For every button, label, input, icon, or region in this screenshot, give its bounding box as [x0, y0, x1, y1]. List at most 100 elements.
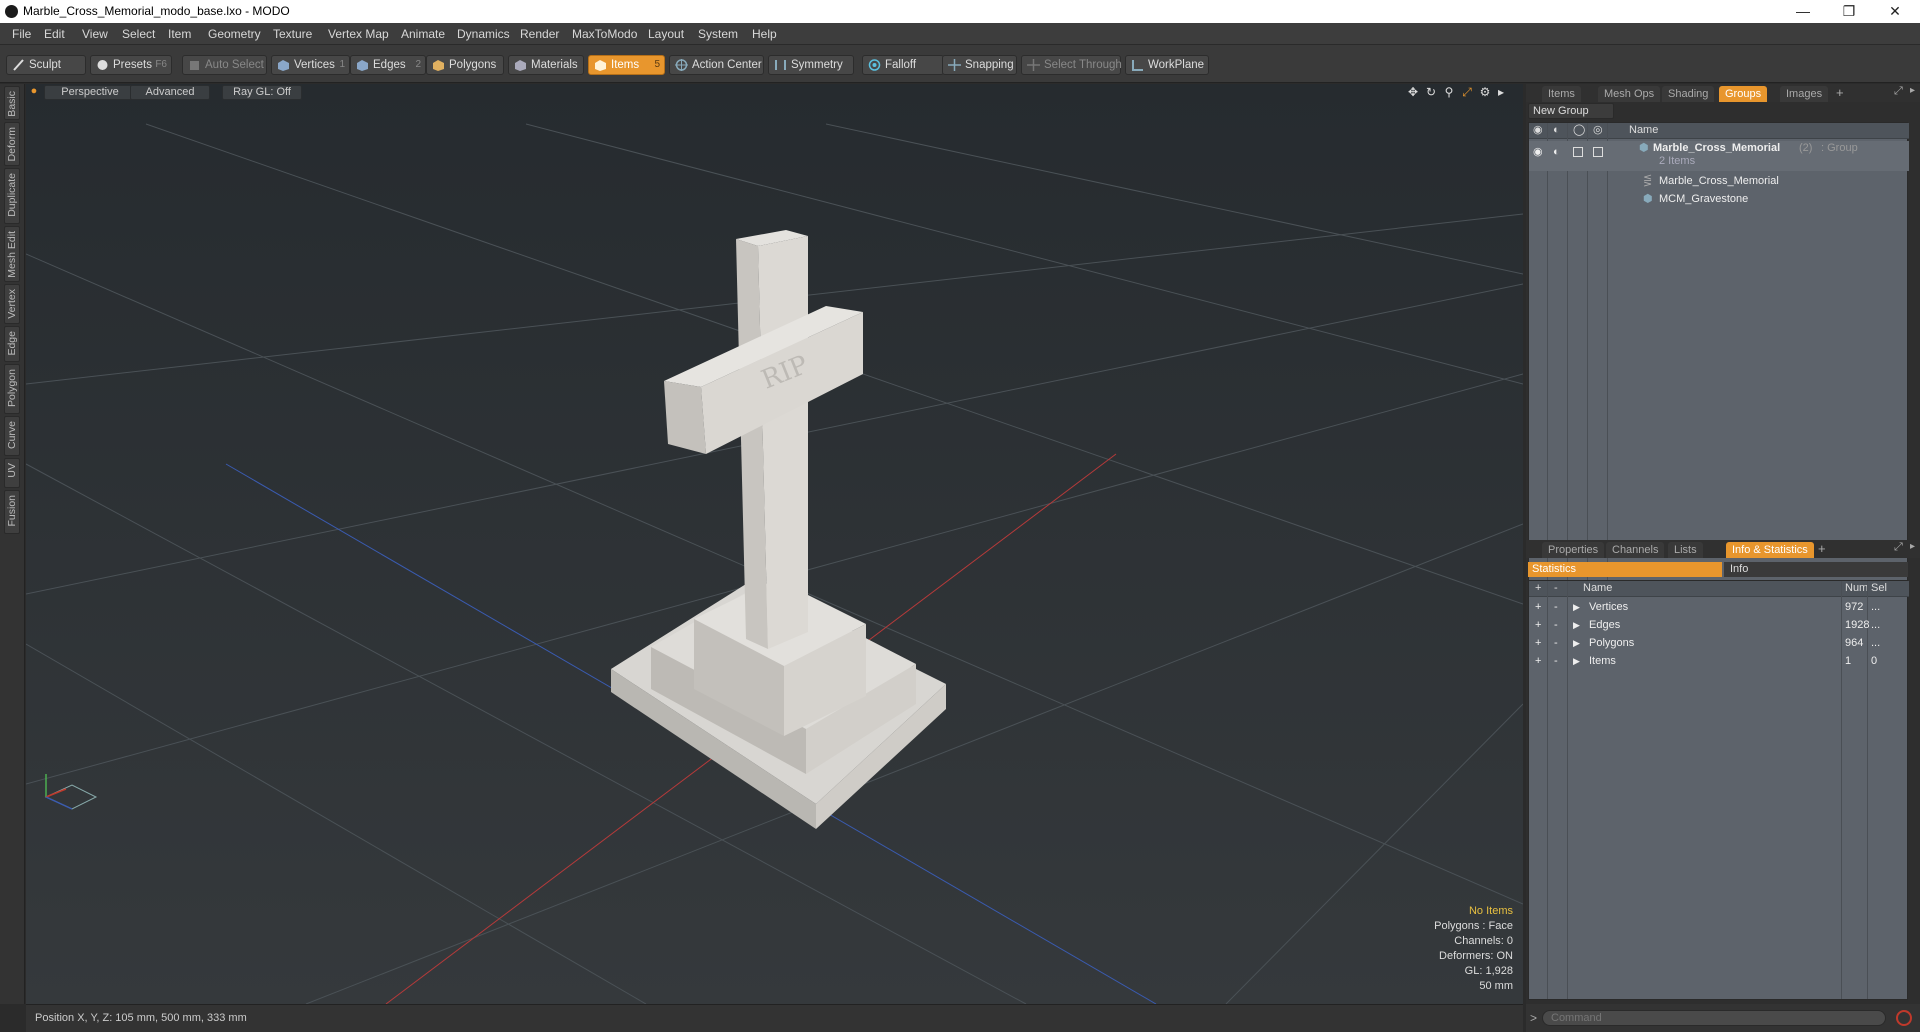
- panel-arrow-icon[interactable]: ▸: [1910, 85, 1915, 96]
- settings-gear-icon[interactable]: ⚙: [1478, 85, 1492, 99]
- tree-item-mesh[interactable]: ⬢ MCM_Gravestone: [1529, 190, 1909, 208]
- perspective-dropdown[interactable]: Perspective: [44, 85, 136, 100]
- menu-dynamics[interactable]: Dynamics: [457, 27, 510, 41]
- group-render-icon[interactable]: ◐: [1553, 143, 1560, 161]
- tab-shading[interactable]: Shading: [1662, 86, 1715, 102]
- menu-layout[interactable]: Layout: [648, 27, 684, 41]
- add-tab-icon[interactable]: +: [1836, 85, 1844, 100]
- row-add-icon[interactable]: +: [1535, 598, 1541, 616]
- tab-curve[interactable]: Curve: [4, 416, 20, 456]
- maximize-viewport-icon[interactable]: ⤢: [1460, 85, 1474, 99]
- tab-basic[interactable]: Basic: [4, 86, 20, 120]
- 3d-viewport[interactable]: RIP ● Perspective Advanced Ray GL: Off ✥…: [26, 84, 1523, 1004]
- menu-system[interactable]: System: [698, 27, 738, 41]
- tab-duplicate[interactable]: Duplicate: [4, 168, 20, 224]
- table-row[interactable]: + - ▶ Items 1 0: [1529, 652, 1909, 670]
- auto-select-button[interactable]: Auto Select: [182, 55, 267, 75]
- tab-vertex[interactable]: Vertex: [4, 284, 20, 324]
- edges-button[interactable]: Edges 2: [350, 55, 426, 75]
- table-row[interactable]: + - ▶ Edges 1928 ...: [1529, 616, 1909, 634]
- tab-polygon[interactable]: Polygon: [4, 364, 20, 414]
- menu-animate[interactable]: Animate: [401, 27, 445, 41]
- tab-mesh-ops[interactable]: Mesh Ops: [1598, 86, 1661, 102]
- workplane-button[interactable]: WorkPlane: [1125, 55, 1209, 75]
- tab-groups[interactable]: Groups: [1719, 86, 1768, 102]
- row-remove-icon[interactable]: -: [1554, 634, 1558, 652]
- statistics-subtab[interactable]: Statistics: [1528, 562, 1722, 577]
- tab-channels[interactable]: Channels: [1606, 542, 1665, 558]
- info-subtab[interactable]: Info: [1724, 562, 1908, 577]
- menu-select[interactable]: Select: [122, 27, 155, 41]
- group-select-checkbox[interactable]: [1593, 147, 1603, 157]
- collapse-all-icon[interactable]: -: [1554, 581, 1558, 596]
- menu-maxtomodo[interactable]: MaxToModo: [572, 27, 637, 41]
- row-expand-arrow-icon[interactable]: ▶: [1573, 616, 1580, 634]
- add-tab-icon[interactable]: +: [1818, 541, 1826, 556]
- symmetry-button[interactable]: Symmetry: [768, 55, 854, 75]
- table-row[interactable]: + - ▶ Vertices 972 ...: [1529, 598, 1909, 616]
- tab-images[interactable]: Images: [1780, 86, 1829, 102]
- row-add-icon[interactable]: +: [1535, 634, 1541, 652]
- items-button[interactable]: Items 5: [588, 55, 665, 75]
- tab-items[interactable]: Items: [1542, 86, 1581, 102]
- menu-render[interactable]: Render: [520, 27, 559, 41]
- raygl-dropdown[interactable]: Ray GL: Off: [222, 85, 302, 100]
- row-remove-icon[interactable]: -: [1554, 616, 1558, 634]
- tree-item-mesh[interactable]: ⋚ Marble_Cross_Memorial: [1529, 172, 1909, 190]
- polygons-button[interactable]: Polygons: [426, 55, 504, 75]
- record-icon[interactable]: [1896, 1010, 1912, 1026]
- edges-label: Edges: [373, 59, 406, 71]
- tab-info-statistics[interactable]: Info & Statistics: [1726, 542, 1814, 558]
- group-visibility-eye-icon[interactable]: ◉: [1533, 143, 1543, 161]
- group-row[interactable]: ◉ ◐ ⬢ Marble_Cross_Memorial (2) : Group …: [1529, 141, 1909, 171]
- tab-uv[interactable]: UV: [4, 458, 20, 488]
- advanced-dropdown[interactable]: Advanced: [130, 85, 210, 100]
- viewport-menu-arrow-icon[interactable]: ▸: [1494, 85, 1508, 99]
- panel-arrow-icon[interactable]: ▸: [1910, 541, 1915, 552]
- tab-lists[interactable]: Lists: [1668, 542, 1703, 558]
- tab-mesh-edit[interactable]: Mesh Edit: [4, 226, 20, 282]
- panel-expand-icon[interactable]: ⤢: [1894, 85, 1903, 98]
- menu-file[interactable]: File: [12, 27, 31, 41]
- materials-button[interactable]: Materials: [508, 55, 584, 75]
- new-group-button[interactable]: New Group: [1528, 103, 1614, 119]
- menu-geometry[interactable]: Geometry: [208, 27, 261, 41]
- vertices-button[interactable]: Vertices 1: [271, 55, 350, 75]
- command-input[interactable]: [1542, 1010, 1886, 1026]
- group-lock-checkbox[interactable]: [1573, 147, 1583, 157]
- row-add-icon[interactable]: +: [1535, 652, 1541, 670]
- rotate-icon[interactable]: ↻: [1424, 85, 1438, 99]
- tab-properties[interactable]: Properties: [1542, 542, 1605, 558]
- row-expand-arrow-icon[interactable]: ▶: [1573, 634, 1580, 652]
- tab-deform[interactable]: Deform: [4, 122, 20, 166]
- menu-view[interactable]: View: [82, 27, 108, 41]
- falloff-button[interactable]: Falloff: [862, 55, 944, 75]
- viewport-dot-icon[interactable]: ●: [30, 85, 38, 100]
- row-remove-icon[interactable]: -: [1554, 652, 1558, 670]
- menu-vertex-map[interactable]: Vertex Map: [328, 27, 389, 41]
- zoom-icon[interactable]: ⚲: [1442, 85, 1456, 99]
- menu-texture[interactable]: Texture: [273, 27, 312, 41]
- panel-expand-icon[interactable]: ⤢: [1894, 541, 1903, 554]
- tab-fusion[interactable]: Fusion: [4, 490, 20, 534]
- menu-item[interactable]: Item: [168, 27, 191, 41]
- sculpt-button[interactable]: Sculpt: [6, 55, 86, 75]
- menu-help[interactable]: Help: [752, 27, 777, 41]
- select-through-button[interactable]: Select Through: [1021, 55, 1122, 75]
- minimize-button[interactable]: —: [1780, 0, 1826, 23]
- snapping-button[interactable]: Snapping: [942, 55, 1017, 75]
- row-expand-arrow-icon[interactable]: ▶: [1573, 652, 1580, 670]
- pan-icon[interactable]: ✥: [1406, 85, 1420, 99]
- action-center-button[interactable]: Action Center: [669, 55, 764, 75]
- tab-edge[interactable]: Edge: [4, 326, 20, 362]
- table-row[interactable]: + - ▶ Polygons 964 ...: [1529, 634, 1909, 652]
- row-add-icon[interactable]: +: [1535, 616, 1541, 634]
- presets-button[interactable]: Presets F6: [90, 55, 172, 75]
- group-cube-icon: ⬢: [1639, 142, 1649, 154]
- restore-button[interactable]: ❐: [1826, 0, 1872, 23]
- row-remove-icon[interactable]: -: [1554, 598, 1558, 616]
- close-button[interactable]: ✕: [1872, 0, 1918, 23]
- row-expand-arrow-icon[interactable]: ▶: [1573, 598, 1580, 616]
- menu-edit[interactable]: Edit: [44, 27, 65, 41]
- expand-all-icon[interactable]: +: [1535, 581, 1541, 596]
